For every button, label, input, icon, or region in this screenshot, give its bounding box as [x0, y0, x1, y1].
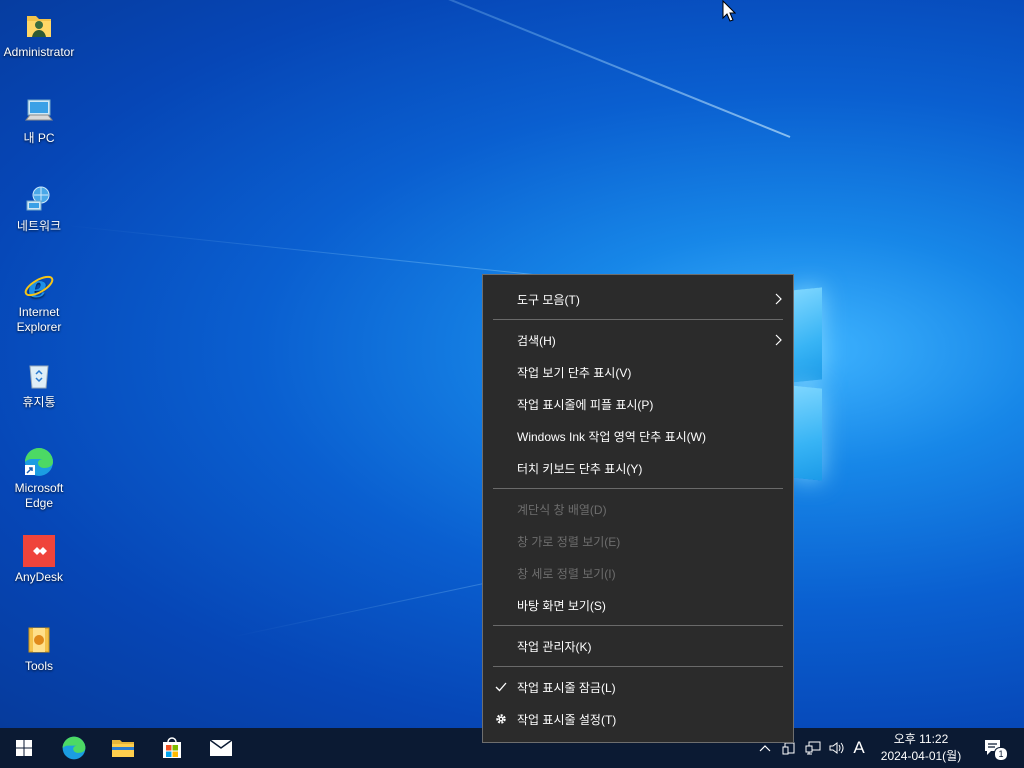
menu-item-show-desktop[interactable]: 바탕 화면 보기(S) — [483, 591, 793, 619]
network-icon — [23, 184, 55, 216]
menu-item-label: 계단식 창 배열(D) — [517, 502, 607, 517]
menu-item-label: 창 가로 정렬 보기(E) — [517, 534, 621, 549]
menu-item-label: 작업 표시줄 잠금(L) — [517, 680, 616, 695]
anydesk-icon — [23, 535, 55, 567]
taskbar-context-menu: 도구 모음(T) 검색(H) 작업 보기 단추 표시(V) 작업 표시줄에 피플… — [482, 274, 794, 743]
menu-separator — [493, 488, 783, 489]
desktop-icon-tools[interactable]: Tools — [0, 624, 78, 674]
desktop-icon-label: Internet Explorer — [16, 305, 62, 334]
folder-icon — [112, 740, 134, 757]
tray-volume-button[interactable] — [828, 739, 846, 757]
menu-item-show-touch-keyboard[interactable]: 터치 키보드 단추 표시(Y) — [483, 454, 793, 482]
windows-start-icon — [16, 740, 32, 756]
tray-network-button[interactable] — [804, 739, 822, 757]
menu-item-show-windows-stacked: 창 가로 정렬 보기(E) — [483, 527, 793, 555]
mail-icon — [209, 739, 233, 756]
desktop-icon-label: 휴지통 — [22, 395, 56, 409]
desktop-icon-my-pc[interactable]: 내 PC — [0, 96, 78, 146]
menu-item-cascade-windows: 계단식 창 배열(D) — [483, 495, 793, 523]
start-button[interactable] — [0, 728, 48, 768]
computer-icon — [23, 96, 55, 128]
menu-item-label: 터치 키보드 단추 표시(Y) — [517, 461, 643, 476]
recycle-bin-icon — [23, 360, 55, 392]
desktop-icon-label: 네트워크 — [16, 219, 62, 233]
taskbar-edge-button[interactable] — [50, 728, 98, 768]
desktop-icon-label: Administrator — [3, 45, 75, 59]
menu-item-label: 작업 관리자(K) — [517, 639, 592, 654]
store-icon — [163, 737, 181, 758]
menu-item-label: 작업 보기 단추 표시(V) — [517, 365, 632, 380]
menu-item-label: Windows Ink 작업 영역 단추 표시(W) — [517, 429, 706, 444]
menu-item-show-task-view-button[interactable]: 작업 보기 단추 표시(V) — [483, 358, 793, 386]
chevron-up-icon — [759, 745, 771, 752]
menu-separator — [493, 625, 783, 626]
menu-item-search[interactable]: 검색(H) — [483, 326, 793, 354]
desktop-icon-label: AnyDesk — [14, 570, 64, 584]
tools-icon — [23, 624, 55, 656]
menu-item-label: 창 세로 정렬 보기(I) — [517, 566, 616, 581]
desktop-icon-label: Tools — [24, 659, 53, 673]
speaker-icon — [829, 742, 844, 754]
device-icon — [782, 742, 795, 755]
desktop-icon-recycle-bin[interactable]: 휴지통 — [0, 360, 78, 410]
menu-separator — [493, 319, 783, 320]
menu-item-label: 작업 표시줄 설정(T) — [517, 712, 617, 727]
notification-center-button[interactable]: 1 — [982, 739, 1008, 761]
menu-item-show-windows-ink[interactable]: Windows Ink 작업 영역 단추 표시(W) — [483, 422, 793, 450]
light-beam — [196, 0, 791, 138]
checkmark-icon — [495, 682, 507, 692]
chevron-right-icon — [775, 293, 782, 305]
clock-date: 2024-04-01(월) — [880, 749, 962, 763]
taskbar-file-explorer-button[interactable] — [99, 728, 147, 768]
menu-item-show-people[interactable]: 작업 표시줄에 피플 표시(P) — [483, 390, 793, 418]
menu-item-taskbar-settings[interactable]: 작업 표시줄 설정(T) — [483, 705, 793, 733]
desktop-icon-network[interactable]: 네트워크 — [0, 184, 78, 234]
user-folder-icon — [23, 10, 55, 42]
desktop-icon-administrator[interactable]: Administrator — [0, 10, 78, 60]
desktop-icon-label: 내 PC — [23, 131, 55, 145]
menu-item-show-windows-side-by-side: 창 세로 정렬 보기(I) — [483, 559, 793, 587]
input-indicator-label: A — [853, 738, 865, 757]
taskbar-mail-button[interactable] — [197, 728, 245, 768]
taskbar-store-button[interactable] — [148, 728, 196, 768]
desktop-icon-anydesk[interactable]: AnyDesk — [0, 535, 78, 585]
desktop-icon-microsoft-edge[interactable]: Microsoft Edge — [0, 446, 78, 511]
desktop-icon-label: Microsoft Edge — [14, 481, 64, 510]
menu-item-label: 도구 모음(T) — [517, 292, 580, 307]
edge-icon — [23, 446, 55, 478]
menu-item-label: 바탕 화면 보기(S) — [517, 598, 606, 613]
menu-item-label: 검색(H) — [517, 333, 556, 348]
desktop-icon-internet-explorer[interactable]: e Internet Explorer — [0, 270, 78, 335]
input-indicator-button[interactable]: A — [850, 738, 868, 757]
menu-item-lock-taskbar[interactable]: 작업 표시줄 잠금(L) — [483, 673, 793, 701]
menu-item-task-manager[interactable]: 작업 관리자(K) — [483, 632, 793, 660]
clock[interactable]: 오후 11:22 2024-04-01(월) — [868, 731, 974, 765]
edge-icon — [62, 736, 86, 760]
menu-item-label: 작업 표시줄에 피플 표시(P) — [517, 397, 654, 412]
svg-text:e: e — [28, 270, 47, 302]
network-icon — [805, 741, 821, 755]
menu-item-toolbars[interactable]: 도구 모음(T) — [483, 285, 793, 313]
clock-time: 오후 11:22 — [893, 732, 949, 746]
menu-separator — [493, 666, 783, 667]
mouse-cursor-icon — [722, 0, 737, 27]
notification-count-badge: 1 — [994, 747, 1008, 761]
gear-icon — [496, 714, 506, 724]
internet-explorer-icon: e — [23, 270, 55, 305]
chevron-right-icon — [775, 334, 782, 346]
